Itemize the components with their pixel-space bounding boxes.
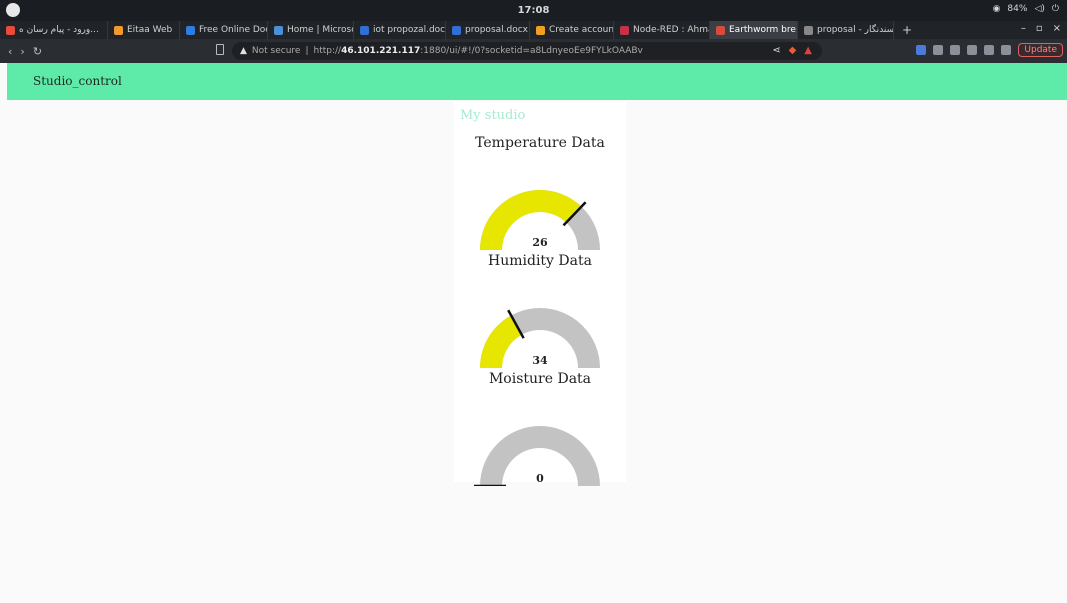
browser-tab[interactable]: Node-RED : Ahmadi <box>614 21 710 39</box>
dashboard-header: Studio_control <box>7 63 1067 100</box>
tab-favicon-icon <box>620 25 629 35</box>
leo-icon[interactable] <box>967 45 978 55</box>
url-rest: :1880/ui/#!/0?socketid=a8LdnyeoEe9FYLkOA… <box>420 46 643 56</box>
tab-label: Free Online Docum <box>199 25 267 35</box>
url-host: 46.101.221.117 <box>341 46 421 56</box>
wallet-icon[interactable] <box>950 45 961 55</box>
browser-tab-strip: ورود - پیام رسان ه... Eitaa Web Free Onlin… <box>0 21 1067 39</box>
minimize-icon[interactable]: – <box>1021 23 1026 34</box>
gauge-dial: 34%0100 <box>480 308 600 368</box>
os-menu-icon[interactable] <box>6 3 20 17</box>
browser-tab[interactable]: proposal - سندنگار <box>798 21 894 39</box>
tab-label: Home | Microsof <box>287 25 354 35</box>
gauge-widget: Temperature Data26deg C035 <box>454 132 626 250</box>
tab-favicon-icon <box>536 25 545 35</box>
tab-label: Eitaa Web <box>127 25 173 35</box>
gauge-widget: Humidity Data34%0100 <box>454 250 626 368</box>
brave-shield-icon[interactable]: ◆ <box>789 45 797 56</box>
gauge-dial: 26deg C035 <box>480 190 600 250</box>
sidebar-icon[interactable] <box>984 45 995 55</box>
reload-icon[interactable]: ↻ <box>33 45 42 58</box>
url-text: http://46.101.221.117:1880/ui/#!/0?socke… <box>314 46 643 56</box>
address-bar[interactable]: ▲ Not secure | http://46.101.221.117:188… <box>232 42 822 60</box>
bookmark-icon[interactable] <box>216 44 224 55</box>
tab-favicon-icon <box>360 25 369 35</box>
browser-tab[interactable]: Earthworm bre <box>710 21 798 39</box>
tab-label: Create account <box>549 25 614 35</box>
tab-label: ورود - پیام رسان ه... <box>19 25 99 35</box>
tab-favicon-icon <box>186 25 195 35</box>
system-clock: 17:08 <box>517 5 550 16</box>
tab-label: Earthworm bre <box>729 25 796 35</box>
extensions-area: Update <box>916 43 1063 57</box>
tab-favicon-icon <box>114 25 123 35</box>
url-actions: ⋖ ◆ ▲ <box>772 45 812 56</box>
url-separator: | <box>305 46 309 56</box>
tab-label: iot propozal.docx <box>373 25 446 35</box>
system-tray: ◉ 84% ◁) ⏻ <box>993 4 1059 14</box>
brave-rewards-icon[interactable]: ▲ <box>804 45 812 56</box>
url-scheme: http:// <box>313 46 342 56</box>
gauge-dial: 0deg C0100 <box>474 426 600 486</box>
tab-label: proposal.docx - Mi <box>465 25 529 35</box>
back-icon[interactable]: ‹ <box>8 45 12 58</box>
security-warning: Not secure <box>251 46 301 56</box>
tab-favicon-icon <box>804 25 813 35</box>
os-top-bar: 17:08 ◉ 84% ◁) ⏻ <box>0 0 1067 21</box>
forward-icon[interactable]: › <box>20 45 24 58</box>
browser-tab[interactable]: Eitaa Web <box>108 21 180 39</box>
battery-level[interactable]: 84% <box>1007 4 1027 14</box>
close-icon[interactable]: × <box>1053 23 1061 34</box>
share-icon[interactable]: ⋖ <box>772 45 780 56</box>
tab-favicon-icon <box>452 25 461 35</box>
new-tab-button[interactable]: + <box>902 23 912 37</box>
gauge-value: 0 <box>536 472 544 485</box>
browser-tab[interactable]: Home | Microsof <box>268 21 354 39</box>
tab-favicon-icon <box>274 25 283 35</box>
gauge-value: 34 <box>532 354 548 367</box>
gauge-widget: Moisture Data0deg C0100 <box>454 368 626 486</box>
studio-group-card: My studio Temperature Data26deg C035Humi… <box>454 102 626 486</box>
tab-label: proposal - سندنگار <box>817 25 894 35</box>
browser-tab[interactable]: Free Online Docum <box>180 21 268 39</box>
browser-tab[interactable]: ورود - پیام رسان ه... <box>0 21 108 39</box>
shield-extension-icon[interactable] <box>933 45 944 55</box>
browser-toolbar: ‹ › ↻ ▲ Not secure | http://46.101.221.1… <box>0 39 1067 63</box>
gauge-fill <box>480 190 582 250</box>
update-button[interactable]: Update <box>1018 43 1063 57</box>
tab-favicon-icon <box>716 25 725 35</box>
volume-icon[interactable]: ◁) <box>1034 4 1044 14</box>
wifi-icon[interactable]: ◉ <box>993 4 1001 14</box>
power-icon[interactable]: ⏻ <box>1052 4 1059 14</box>
extension-icon[interactable] <box>916 45 927 55</box>
browser-tab[interactable]: proposal.docx - Mi <box>446 21 530 39</box>
tab-label: Node-RED : Ahmadi <box>633 25 709 35</box>
browser-tab[interactable]: Create account <box>530 21 614 39</box>
tab-favicon-icon <box>6 25 15 35</box>
window-controls: – ▫ × <box>1021 23 1061 34</box>
warning-icon: ▲ <box>240 46 247 56</box>
reader-icon[interactable] <box>1001 45 1012 55</box>
maximize-icon[interactable]: ▫ <box>1036 23 1043 34</box>
gauge-value: 26 <box>532 236 548 249</box>
browser-tab[interactable]: iot propozal.docx <box>354 21 446 39</box>
group-title: My studio <box>460 108 526 123</box>
dashboard-title: Studio_control <box>33 74 122 88</box>
